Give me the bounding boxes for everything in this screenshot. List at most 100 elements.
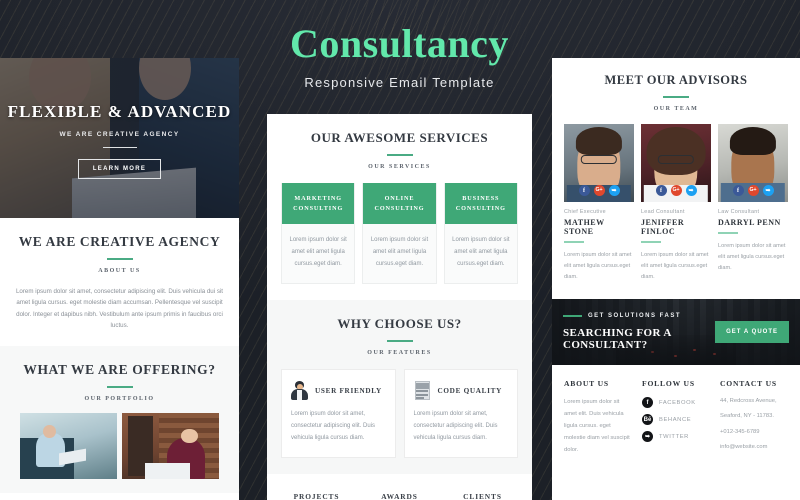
team-social-links: f G+ ➥ <box>718 185 788 196</box>
brand-title: Consultancy <box>290 21 509 66</box>
team-member-name: DARRYL PENN <box>718 218 781 227</box>
hero-subtitle: WE ARE CREATIVE AGENCY <box>59 130 180 138</box>
feature-card[interactable]: CODE QUALITY Lorem ipsum dolor sit amet,… <box>403 369 518 459</box>
team-eyebrow: OUR TEAM <box>653 106 699 112</box>
service-card-text: Lorem ipsum dolor sit amet elit amet lig… <box>289 237 347 267</box>
footer-follow-heading: FOLLOW US <box>642 379 695 389</box>
get-a-quote-button[interactable]: GET A QUOTE <box>715 321 789 344</box>
learn-more-button[interactable]: LEARN MORE <box>77 159 162 180</box>
feature-text: Lorem ipsum dolor sit amet, consectetur … <box>291 411 376 441</box>
twitter-icon[interactable]: ➥ <box>608 185 620 196</box>
footer-about-column: ABOUT US Lorem ipsum dolor sit amet elit… <box>564 379 632 456</box>
features-heading: WHY CHOOSE US? <box>337 316 462 332</box>
portfolio-image-2[interactable] <box>122 412 219 479</box>
team-member-text: Lorem ipsum dolor sit amet elit amet lig… <box>718 242 786 271</box>
user-friendly-icon <box>291 381 308 401</box>
footer-link-facebook[interactable]: f FACEBOOK <box>642 397 710 409</box>
portfolio-divider <box>106 385 133 388</box>
footer-about-text: Lorem ipsum dolor sit amet elit. Duis ve… <box>564 399 630 453</box>
cta-heading: SEARCHING FOR A CONSULTANT? <box>563 327 672 352</box>
portfolio-eyebrow: OUR PORTFOLIO <box>84 395 155 402</box>
footer-link-twitter[interactable]: ➥ TWITTER <box>642 431 710 443</box>
stats-row: PROJECTS AWARDS CLIENTS <box>267 474 532 500</box>
service-card-title: MARKETING CONSULTING <box>282 183 355 225</box>
team-member-divider <box>718 232 738 234</box>
hero-title: FLEXIBLE & ADVANCED <box>7 101 232 121</box>
behance-icon: Bē <box>642 414 653 426</box>
team-member-photo: f G+ ➥ <box>718 124 788 202</box>
feature-card[interactable]: USER FRIENDLY Lorem ipsum dolor sit amet… <box>281 369 396 459</box>
team-section: MEET OUR ADVISORS OUR TEAM f G+ ➥ Chief … <box>552 58 800 295</box>
cta-eyebrow: GET SOLUTIONS FAST <box>588 313 682 320</box>
twitter-icon[interactable]: ➥ <box>685 185 697 196</box>
facebook-icon[interactable]: f <box>578 185 590 196</box>
team-member-name: JENIFFER FINLOC <box>641 218 685 236</box>
contact-address-line-1: 44, Redcross Avenue, <box>720 398 777 405</box>
center-preview-column: Consultancy Responsive Email Template OU… <box>267 0 532 500</box>
feature-title: USER FRIENDLY <box>315 386 382 395</box>
about-heading: WE ARE CREATIVE AGENCY <box>18 234 221 249</box>
features-section: WHY CHOOSE US? OUR FEATURES USER FRIENDL… <box>267 300 532 474</box>
facebook-icon[interactable]: f <box>655 185 667 196</box>
features-panel: WHY CHOOSE US? OUR FEATURES USER FRIENDL… <box>267 300 532 475</box>
footer-link-label: FACEBOOK <box>659 399 696 406</box>
team-member-role: Chief Executive <box>564 209 606 215</box>
service-card-text: Lorem ipsum dolor sit amet elit amet lig… <box>370 237 429 267</box>
services-section: OUR AWESOME SERVICES OUR SERVICES MARKET… <box>267 114 532 300</box>
about-divider <box>106 258 133 260</box>
left-preview-column: FLEXIBLE & ADVANCED WE ARE CREATIVE AGEN… <box>0 58 239 500</box>
service-card-title: ONLINE CONSULTING <box>363 183 436 225</box>
services-panel: OUR AWESOME SERVICES OUR SERVICES MARKET… <box>267 114 532 301</box>
footer-contact-column: CONTACT US 44, Redcross Avenue, Seaford,… <box>720 379 788 456</box>
team-member: f G+ ➥ Chief Executive MATHEW STONE Lore… <box>564 124 634 283</box>
brand-tagline: Responsive Email Template <box>304 75 495 90</box>
contact-address-line-2: Seaford, NY - 11783. <box>720 413 774 420</box>
service-card[interactable]: ONLINE CONSULTING Lorem ipsum dolor sit … <box>362 183 437 285</box>
team-member-photo: f G+ ➥ <box>641 124 711 202</box>
team-member-divider <box>564 241 584 243</box>
facebook-icon: f <box>642 397 653 409</box>
footer-contact-heading: CONTACT US <box>720 379 777 389</box>
facebook-icon[interactable]: f <box>732 185 744 196</box>
services-divider <box>386 154 413 156</box>
footer: ABOUT US Lorem ipsum dolor sit amet elit… <box>552 365 800 469</box>
team-social-links: f G+ ➥ <box>641 185 711 196</box>
service-card-list: MARKETING CONSULTING Lorem ipsum dolor s… <box>281 183 518 285</box>
brand-header: Consultancy Responsive Email Template <box>267 0 532 114</box>
services-heading: OUR AWESOME SERVICES <box>310 130 489 145</box>
footer-link-label: BEHANCE <box>659 416 692 423</box>
service-card-title: BUSINESS CONSULTING <box>444 183 517 225</box>
code-quality-icon <box>414 381 431 401</box>
contact-phone[interactable]: +012-345-6789 <box>720 428 788 437</box>
google-plus-icon[interactable]: G+ <box>670 185 682 196</box>
team-heading: MEET OUR ADVISORS <box>604 73 748 87</box>
feature-card-list: USER FRIENDLY Lorem ipsum dolor sit amet… <box>281 369 518 459</box>
footer-link-behance[interactable]: Bē BEHANCE <box>642 414 710 426</box>
stat-awards: AWARDS <box>381 492 418 500</box>
google-plus-icon[interactable]: G+ <box>593 185 605 196</box>
right-preview-column: MEET OUR ADVISORS OUR TEAM f G+ ➥ Chief … <box>552 58 800 500</box>
services-eyebrow: OUR SERVICES <box>368 164 431 170</box>
team-member-text: Lorem ipsum dolor sit amet elit amet lig… <box>564 251 632 280</box>
stat-clients: CLIENTS <box>463 492 502 500</box>
team-member: f G+ ➥ Law Consultant DARRYL PENN Lorem … <box>718 124 788 283</box>
feature-title: CODE QUALITY <box>437 386 503 395</box>
service-card[interactable]: MARKETING CONSULTING Lorem ipsum dolor s… <box>281 183 356 285</box>
feature-text: Lorem ipsum dolor sit amet, consectetur … <box>413 411 498 441</box>
contact-email[interactable]: info@website.com <box>720 443 788 452</box>
google-plus-icon[interactable]: G+ <box>747 185 759 196</box>
team-member-role: Lead Consultant <box>641 209 685 215</box>
footer-link-label: TWITTER <box>659 433 689 440</box>
team-member-photo: f G+ ➥ <box>564 124 634 202</box>
team-social-links: f G+ ➥ <box>564 185 634 196</box>
features-divider <box>386 340 413 343</box>
service-card[interactable]: BUSINESS CONSULTING Lorem ipsum dolor si… <box>443 183 518 285</box>
team-member-role: Law Consultant <box>718 209 760 215</box>
twitter-icon[interactable]: ➥ <box>762 185 774 196</box>
team-member-list: f G+ ➥ Chief Executive MATHEW STONE Lore… <box>564 124 788 283</box>
footer-about-heading: ABOUT US <box>564 379 609 389</box>
portfolio-gallery <box>14 412 225 479</box>
portfolio-image-1[interactable] <box>20 412 117 479</box>
hero-banner: FLEXIBLE & ADVANCED WE ARE CREATIVE AGEN… <box>0 58 239 218</box>
cta-banner: GET SOLUTIONS FAST SEARCHING FOR A CONSU… <box>552 299 800 366</box>
